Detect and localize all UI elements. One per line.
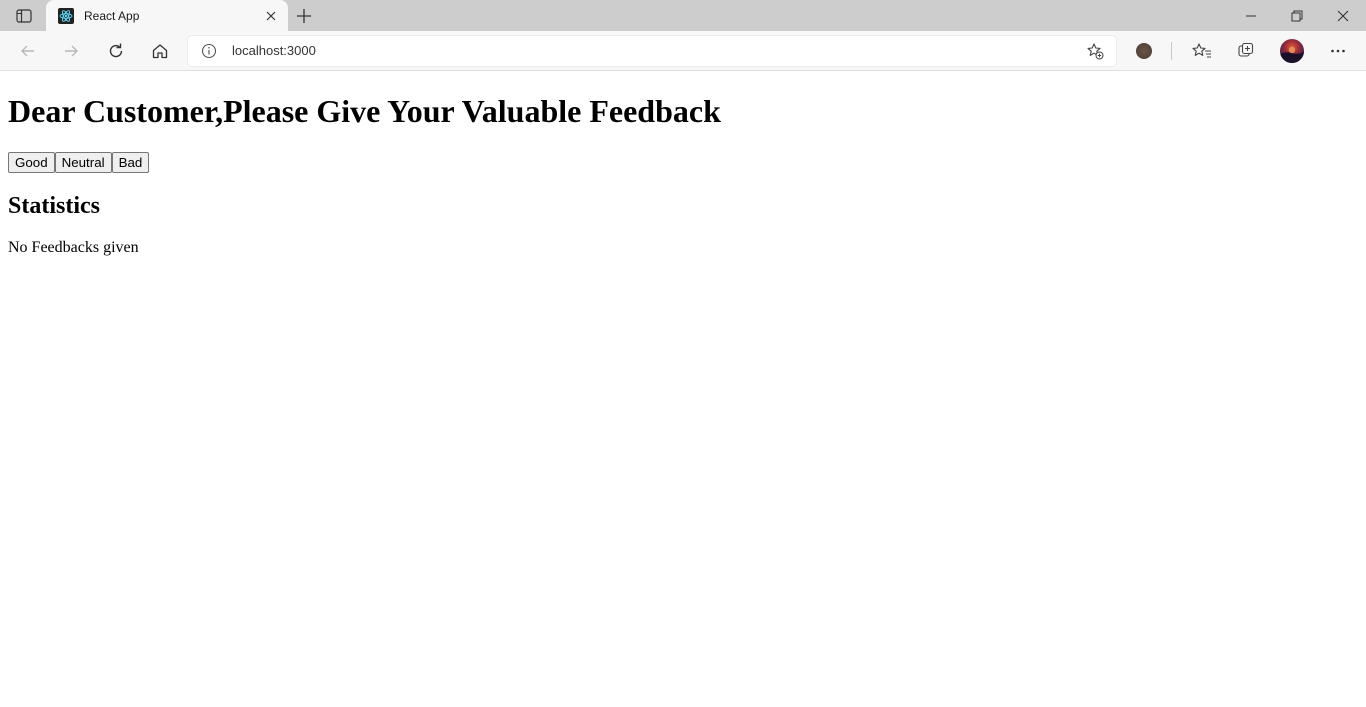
browser-toolbar [0,31,1366,71]
close-icon[interactable] [263,8,279,24]
back-arrow-icon[interactable] [18,41,38,61]
refresh-icon[interactable] [106,41,126,61]
toolbar-separator [1171,42,1172,60]
tab-title: React App [84,9,140,23]
page-content: Dear Customer,Please Give Your Valuable … [0,71,1366,707]
plus-icon[interactable] [295,7,313,25]
extension-icon[interactable] [1136,43,1152,59]
browser-tabstrip: React App [0,0,1366,31]
react-icon [58,8,74,24]
profile-avatar[interactable] [1280,39,1304,63]
favorites-icon[interactable] [1192,41,1212,61]
window-close-button[interactable] [1320,0,1366,31]
restore-button[interactable] [1274,0,1320,31]
tab-actions-icon[interactable] [10,7,38,25]
no-feedback-message: No Feedbacks given [8,239,139,256]
address-bar[interactable] [188,36,1116,66]
collections-icon[interactable] [1236,41,1256,61]
forward-arrow-icon[interactable] [61,41,81,61]
page-heading: Dear Customer,Please Give Your Valuable … [8,93,721,129]
info-icon[interactable] [201,43,217,59]
feedback-buttons: Good Neutral Bad [8,152,150,173]
browser-tab-active[interactable]: React App [46,0,288,31]
minimize-button[interactable] [1228,0,1274,31]
url-input[interactable] [232,43,1032,59]
bad-button[interactable]: Bad [111,152,150,173]
good-button[interactable]: Good [8,152,55,173]
neutral-button[interactable]: Neutral [54,152,112,173]
more-icon[interactable] [1328,41,1348,61]
statistics-heading: Statistics [8,193,100,219]
home-icon[interactable] [150,41,170,61]
star-plus-icon[interactable] [1086,42,1104,60]
